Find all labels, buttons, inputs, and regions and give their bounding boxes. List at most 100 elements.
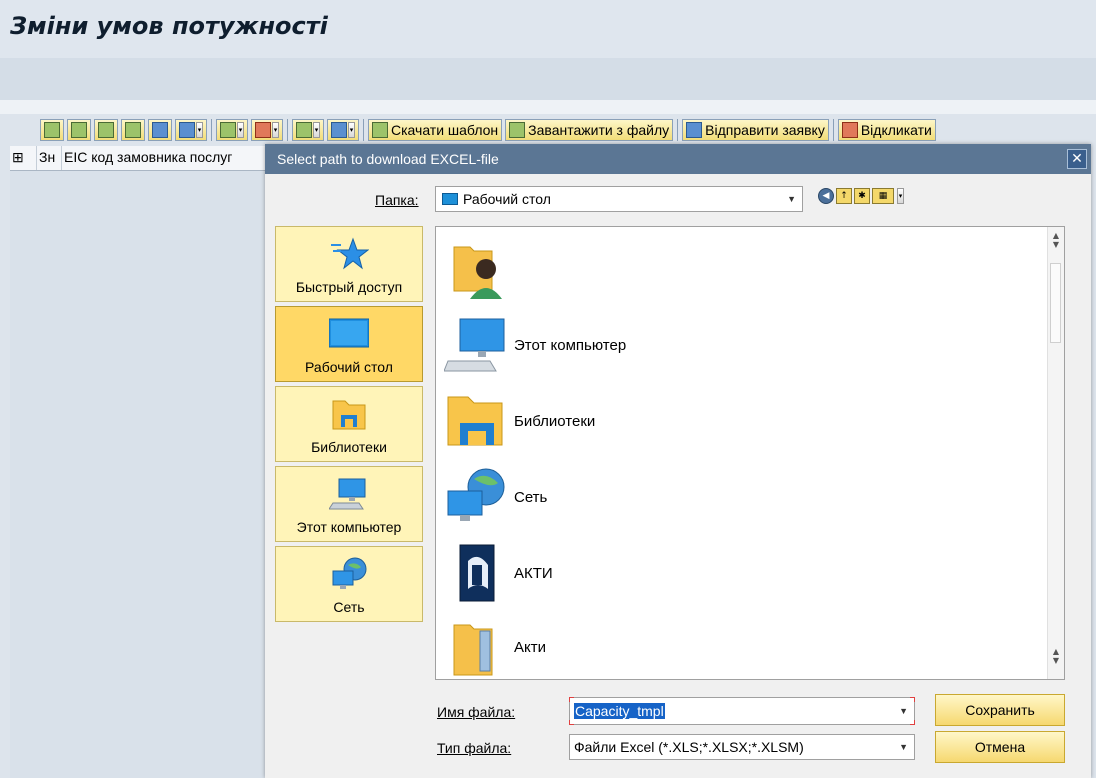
recall-button[interactable]: Відкликати xyxy=(837,119,936,141)
place-desktop[interactable]: Рабочий стол xyxy=(275,306,423,382)
focus-corner xyxy=(910,697,915,702)
filetype-value: Файли Excel (*.XLS;*.XLSX;*.XLSM) xyxy=(574,739,804,755)
recall-x-icon xyxy=(841,122,858,138)
toolbar-separator xyxy=(677,119,679,141)
toolbar-separator xyxy=(211,119,212,141)
place-label: Этот компьютер xyxy=(296,519,402,535)
container-top xyxy=(0,100,1096,114)
place-network[interactable]: Сеть xyxy=(275,546,423,622)
sort-ascending-button[interactable] xyxy=(67,119,91,141)
computer-icon xyxy=(329,478,366,510)
details-button[interactable] xyxy=(40,119,64,141)
view-dropdown-icon[interactable]: ▾ xyxy=(897,188,904,204)
toolbar-separator xyxy=(832,119,834,141)
list-item[interactable]: АКТИ xyxy=(444,539,1024,607)
document-folder-icon xyxy=(459,544,495,602)
computer-icon xyxy=(444,318,505,372)
close-icon[interactable]: ✕ xyxy=(1067,149,1087,169)
folder-navigation: ◀ ↑ ✱ ▦ ▾ xyxy=(818,188,904,204)
row-selector-icon[interactable]: ⊞ xyxy=(10,146,37,170)
dialog-body: Папка: Рабочий стол ▼ ◀ ↑ ✱ ▦ ▾ Быстрый … xyxy=(265,174,1091,778)
export-button[interactable]: ▾ xyxy=(292,119,324,141)
file-name: Этот компьютер xyxy=(514,336,627,354)
chevron-down-icon: ▼ xyxy=(899,742,908,752)
filename-label: Имя файла: xyxy=(437,704,516,720)
layout-grid-icon xyxy=(331,122,347,138)
upload-from-file-button[interactable]: Завантажити з файлу xyxy=(505,119,674,141)
file-name: АКТИ xyxy=(514,564,553,582)
download-icon xyxy=(372,122,388,138)
filetype-label: Тип файла: xyxy=(437,740,512,756)
binoculars-icon xyxy=(125,122,141,138)
file-list[interactable]: Этот компьютер Библиотеки Сеть АКТИ Акти… xyxy=(435,226,1065,680)
scroll-up-icon[interactable]: ▲ ▼ xyxy=(1048,231,1064,249)
find-next-button[interactable] xyxy=(148,119,172,141)
list-item[interactable]: Этот компьютер xyxy=(444,311,1024,379)
upload-icon xyxy=(509,122,526,138)
binoculars-next-icon xyxy=(152,122,168,138)
place-label: Библиотеки xyxy=(311,439,387,455)
folder-dropdown-value: Рабочий стол xyxy=(463,191,551,207)
download-template-button[interactable]: Скачати шаблон xyxy=(368,119,503,141)
alv-column-header: ⊞ Зн EIC код замовника послуг xyxy=(10,146,270,171)
layout-button[interactable]: ▾ xyxy=(327,119,359,141)
new-folder-icon[interactable]: ✱ xyxy=(854,188,870,204)
subtotal-button[interactable]: ▾ xyxy=(251,119,283,141)
place-label: Сеть xyxy=(333,599,365,615)
list-item[interactable]: Библиотеки xyxy=(444,387,1024,455)
up-folder-icon[interactable]: ↑ xyxy=(836,188,852,204)
layout-dropdown-icon[interactable]: ▾ xyxy=(348,122,355,138)
chevron-down-icon: ▼ xyxy=(899,706,908,716)
export-icon xyxy=(296,122,312,138)
find-button[interactable] xyxy=(121,119,145,141)
filename-input[interactable]: Capacity_tmpl ▼ xyxy=(569,697,915,725)
focus-corner xyxy=(910,720,915,725)
save-dialog: Select path to download EXCEL-file ✕ Пап… xyxy=(265,144,1091,778)
place-libraries[interactable]: Библиотеки xyxy=(275,386,423,462)
back-icon[interactable]: ◀ xyxy=(818,188,834,204)
list-item[interactable] xyxy=(444,235,1024,303)
save-button[interactable]: Сохранить xyxy=(935,694,1065,726)
scrollbar-thumb[interactable] xyxy=(1050,263,1061,343)
subtotal-dropdown-icon[interactable]: ▾ xyxy=(272,122,279,138)
column-header-zn[interactable]: Зн xyxy=(37,146,62,170)
place-this-computer[interactable]: Этот компьютер xyxy=(275,466,423,542)
sum-button[interactable]: ▾ xyxy=(216,119,248,141)
file-name: Библиотеки xyxy=(514,412,596,430)
sum-dropdown-icon[interactable]: ▾ xyxy=(237,122,244,138)
page-title: Зміни умов потужності xyxy=(10,12,328,40)
toolbar-separator xyxy=(363,119,364,141)
export-dropdown-icon[interactable]: ▾ xyxy=(313,122,320,138)
download-template-label: Скачати шаблон xyxy=(391,122,499,138)
folder-label: Папка: xyxy=(375,192,419,208)
filter-icon xyxy=(179,122,195,138)
send-request-button[interactable]: Відправити заявку xyxy=(682,119,829,141)
filetype-dropdown[interactable]: Файли Excel (*.XLS;*.XLSX;*.XLSM) ▼ xyxy=(569,734,915,760)
file-list-scrollbar[interactable]: ▲ ▼ ▲ ▼ xyxy=(1047,227,1064,679)
place-label: Рабочий стол xyxy=(305,359,393,375)
scroll-down-icon[interactable]: ▲ ▼ xyxy=(1048,647,1064,665)
cancel-button[interactable]: Отмена xyxy=(935,731,1065,763)
upload-from-file-label: Завантажити з файлу xyxy=(528,122,670,138)
subtotal-icon xyxy=(255,122,271,138)
list-item[interactable]: Сеть xyxy=(444,463,1024,531)
libraries-icon xyxy=(447,396,503,446)
column-header-eic[interactable]: EIC код замовника послуг xyxy=(62,146,267,170)
filter-dropdown-icon[interactable]: ▾ xyxy=(196,122,203,138)
list-item[interactable]: Акти xyxy=(444,613,1024,679)
sort-ascending-icon xyxy=(71,122,87,138)
folder-dropdown[interactable]: Рабочий стол ▼ xyxy=(435,186,803,212)
send-request-label: Відправити заявку xyxy=(705,122,825,138)
chevron-down-icon: ▼ xyxy=(787,194,796,204)
star-icon xyxy=(331,237,369,270)
dialog-title: Select path to download EXCEL-file xyxy=(265,144,1091,174)
application-toolbar xyxy=(0,58,1096,100)
sort-descending-button[interactable] xyxy=(94,119,118,141)
view-menu-icon[interactable]: ▦ xyxy=(872,188,894,204)
filter-button[interactable]: ▾ xyxy=(175,119,207,141)
filename-value: Capacity_tmpl xyxy=(574,703,665,719)
send-check-icon xyxy=(686,122,703,138)
file-name: Акти xyxy=(514,638,546,656)
place-quick-access[interactable]: Быстрый доступ xyxy=(275,226,423,302)
user-folder-icon xyxy=(453,246,502,299)
